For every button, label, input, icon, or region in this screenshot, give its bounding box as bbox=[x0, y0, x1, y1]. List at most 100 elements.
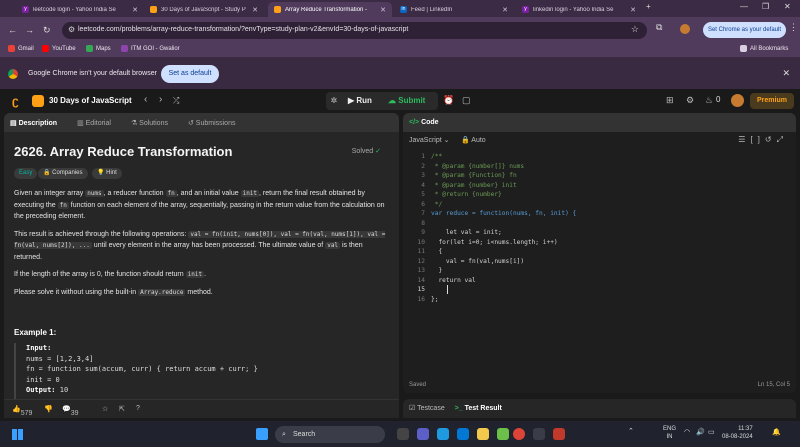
tab-testcase[interactable]: ☑ Testcase bbox=[409, 405, 445, 412]
example-line: init = 0 bbox=[26, 375, 60, 384]
study-plan-icon bbox=[32, 95, 44, 107]
extensions-icon[interactable]: ⧉ bbox=[656, 22, 662, 33]
tab-solutions[interactable]: ⚗ Solutions bbox=[131, 119, 178, 127]
close-tab-icon[interactable]: ✕ bbox=[630, 6, 636, 14]
set-as-default-button[interactable]: Set as default bbox=[161, 65, 219, 83]
auto-toggle[interactable]: 🔒 Auto bbox=[461, 136, 486, 144]
browser-tab[interactable]: y linkedin login - Yahoo India Se ✕ bbox=[516, 2, 642, 17]
run-button[interactable]: ▶ Run bbox=[342, 92, 382, 110]
close-tab-icon[interactable]: ✕ bbox=[502, 6, 508, 14]
address-bar-row: ← → ↻ ⚙ leetcode.com/problems/array-redu… bbox=[0, 17, 800, 43]
next-problem-icon[interactable]: › bbox=[159, 94, 162, 105]
bookmark-itm[interactable]: ITM GOI - Gwalior bbox=[121, 45, 180, 52]
run-submit-group: ✲ ▶ Run ☁ Submit bbox=[326, 92, 438, 110]
forward-icon[interactable]: → bbox=[25, 25, 34, 35]
bookmark-gmail[interactable]: Gmail bbox=[8, 45, 34, 52]
tab-submissions[interactable]: ↺ Submissions bbox=[188, 119, 246, 127]
like-button[interactable]: 👍 579 bbox=[12, 405, 32, 417]
edge-icon[interactable] bbox=[437, 428, 449, 440]
terminal-icon: >_ bbox=[454, 405, 463, 412]
bookmark-youtube[interactable]: YouTube bbox=[42, 45, 76, 52]
browser-tab[interactable]: y leetcode login - Yahoo India Se ✕ bbox=[16, 2, 144, 17]
dislike-icon[interactable]: 👎 bbox=[44, 405, 53, 413]
format-icon[interactable]: [] bbox=[750, 135, 764, 144]
tab-editorial[interactable]: ▥ Editorial bbox=[77, 119, 121, 127]
tray-chevron-icon[interactable]: ⌃ bbox=[628, 427, 634, 435]
language-select[interactable]: JavaScript ⌄ bbox=[409, 136, 450, 144]
store-icon[interactable] bbox=[497, 428, 509, 440]
gmail-icon bbox=[8, 45, 15, 52]
comments-button[interactable]: 💬 39 bbox=[62, 405, 79, 417]
task-view-icon[interactable] bbox=[397, 428, 409, 440]
taskbar-clock[interactable]: 11:37 08-08-2024 bbox=[722, 425, 753, 441]
desc-paragraph: Please solve it without using the built-… bbox=[14, 288, 213, 296]
close-tab-icon[interactable]: ✕ bbox=[252, 6, 258, 14]
code-line: /** bbox=[431, 153, 443, 160]
minimize-icon[interactable]: — bbox=[740, 2, 748, 11]
reset-icon[interactable]: ↺ bbox=[765, 135, 777, 144]
tab-description[interactable]: ▤ Description bbox=[10, 119, 67, 127]
yahoo-icon: y bbox=[22, 6, 29, 13]
omnibox[interactable]: ⚙ leetcode.com/problems/array-reduce-tra… bbox=[62, 22, 647, 39]
leetcode-icon bbox=[274, 6, 281, 13]
notification-bell-icon[interactable]: 🔔 bbox=[772, 428, 781, 436]
start-icon[interactable] bbox=[256, 428, 268, 440]
tab-test-result[interactable]: >_ Test Result bbox=[455, 405, 502, 412]
notes-icon[interactable]: ▢ bbox=[462, 95, 471, 106]
question-title[interactable]: 2626. Array Reduce Transformation bbox=[14, 144, 232, 159]
volume-icon[interactable]: 🔊 bbox=[696, 428, 705, 436]
shuffle-icon[interactable]: ⤮ bbox=[173, 96, 179, 106]
leetcode-nav: ʗ 30 Days of JavaScript ‹ › ⤮ ✲ ▶ Run ☁ … bbox=[0, 89, 800, 113]
widgets-icon[interactable] bbox=[12, 429, 23, 440]
new-tab-button[interactable]: + bbox=[646, 2, 651, 11]
browser-tab[interactable]: in Feed | LinkedIn ✕ bbox=[394, 2, 514, 17]
close-window-icon[interactable]: ✕ bbox=[784, 2, 791, 11]
prev-problem-icon[interactable]: ‹ bbox=[144, 94, 147, 105]
close-infobar-icon[interactable]: ✕ bbox=[782, 68, 790, 79]
companies-tag[interactable]: 🔒 Companies bbox=[38, 168, 88, 179]
favorite-star-icon[interactable]: ☆ bbox=[102, 405, 108, 413]
all-bookmarks[interactable]: All Bookmarks bbox=[740, 45, 788, 52]
example-line: fn = function sum(accum, curr) { return … bbox=[26, 365, 258, 373]
share-icon[interactable]: ⇱ bbox=[119, 405, 125, 413]
set-chrome-default-button[interactable]: Set Chrome as your default bbox=[703, 22, 786, 38]
browser-tab[interactable]: 30 Days of JavaScript - Study P ✕ bbox=[144, 2, 264, 17]
reload-icon[interactable]: ↻ bbox=[43, 25, 51, 36]
browser-tab-active[interactable]: Array Reduce Transformation - ✕ bbox=[268, 2, 392, 17]
url-text[interactable]: leetcode.com/problems/array-reduce-trans… bbox=[78, 26, 408, 33]
close-tab-icon[interactable]: ✕ bbox=[380, 6, 386, 14]
hint-tag[interactable]: 💡 Hint bbox=[92, 168, 122, 179]
back-icon[interactable]: ← bbox=[8, 25, 17, 35]
help-icon[interactable]: ? bbox=[136, 405, 140, 412]
site-info-icon[interactable]: ⚙ bbox=[68, 25, 75, 34]
input-language[interactable]: ENG IN bbox=[663, 425, 676, 441]
fullscreen-icon[interactable]: ⤢ bbox=[777, 135, 788, 144]
taskbar-search[interactable]: ⌕ Search bbox=[275, 426, 385, 443]
mcafee-icon[interactable] bbox=[553, 428, 565, 440]
mail-icon[interactable] bbox=[457, 428, 469, 440]
wifi-icon[interactable]: ◠ bbox=[684, 428, 690, 436]
menu-icon[interactable]: ⋮ bbox=[789, 22, 798, 33]
avatar[interactable] bbox=[731, 94, 744, 107]
premium-button[interactable]: Premium bbox=[750, 93, 794, 109]
layout-icon[interactable]: ⊞ bbox=[666, 95, 674, 106]
bookmark-icon[interactable]: ☰ bbox=[738, 135, 750, 144]
code-editor[interactable]: 1/** 2 * @param {number[]} nums 3 * @par… bbox=[403, 151, 796, 376]
settings-gear-icon[interactable]: ⚙ bbox=[686, 95, 694, 106]
bookmark-star-icon[interactable]: ☆ bbox=[631, 24, 639, 35]
chrome-taskbar-icon[interactable] bbox=[513, 428, 525, 440]
debug-icon[interactable]: ✲ bbox=[326, 92, 342, 110]
bookmark-maps[interactable]: Maps bbox=[86, 45, 111, 52]
leetcode-logo-icon[interactable]: ʗ bbox=[12, 94, 19, 108]
close-tab-icon[interactable]: ✕ bbox=[132, 6, 138, 14]
search-icon: ⌕ bbox=[282, 431, 286, 438]
study-plan-title[interactable]: 30 Days of JavaScript bbox=[49, 96, 132, 105]
maximize-icon[interactable]: ❐ bbox=[762, 2, 769, 11]
submit-button[interactable]: ☁ Submit bbox=[382, 92, 438, 110]
battery-icon[interactable]: ▭ bbox=[708, 428, 715, 436]
file-explorer-icon[interactable] bbox=[477, 428, 489, 440]
app-icon[interactable] bbox=[533, 428, 545, 440]
teams-icon[interactable] bbox=[417, 428, 429, 440]
timer-icon[interactable]: ⏰ bbox=[443, 95, 454, 106]
profile-avatar[interactable] bbox=[680, 24, 690, 34]
